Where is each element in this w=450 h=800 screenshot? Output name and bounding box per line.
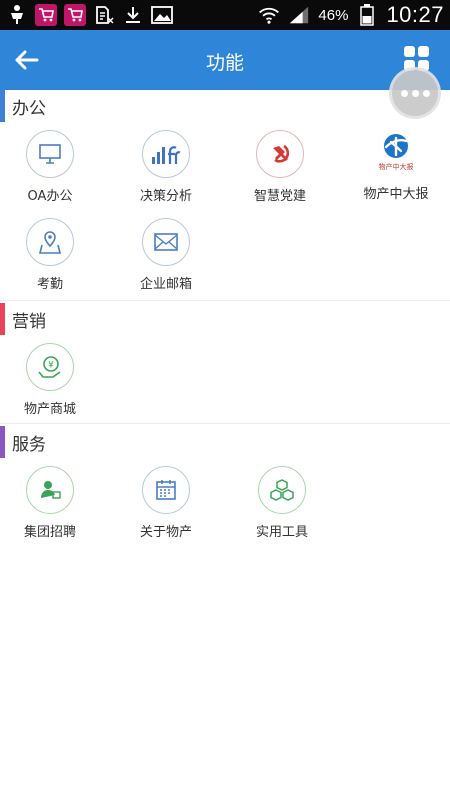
item-smart-party[interactable]: 智慧党建: [224, 130, 336, 214]
party-emblem-icon: [256, 130, 304, 178]
section-bar: [0, 426, 5, 458]
page-title: 功能: [205, 52, 244, 74]
usb-debug-icon: [6, 4, 28, 26]
cart-icon: [35, 4, 57, 26]
section-office: 办公 OA办公 决策分析 智慧党建 物产中大报 物产中大报 考勤 企业邮箱: [0, 90, 450, 292]
item-mall[interactable]: ¥ 物产商城: [0, 343, 106, 427]
item-oa[interactable]: OA办公: [0, 130, 106, 214]
image-icon: [151, 4, 173, 26]
signal-icon: [288, 4, 310, 26]
divider: [0, 300, 450, 301]
title-bar: 功能: [0, 30, 450, 90]
wifi-icon: [258, 4, 280, 26]
download-icon: [122, 4, 144, 26]
section-bar: [0, 90, 5, 122]
section-marketing: 营销 ¥ 物产商城: [0, 303, 450, 417]
item-decision-analysis[interactable]: 决策分析: [110, 130, 222, 214]
calendar-icon: [142, 466, 190, 514]
section-title: 办公: [12, 99, 46, 119]
section-bar: [0, 303, 5, 335]
item-recruitment[interactable]: 集团招聘: [0, 466, 106, 550]
item-enterprise-mail[interactable]: 企业邮箱: [110, 218, 222, 302]
sim-icon: [93, 4, 115, 26]
item-newspaper[interactable]: 物产中大报 物产中大报: [340, 130, 450, 214]
location-map-icon: [26, 218, 74, 266]
grid-menu-button[interactable]: [404, 46, 430, 72]
item-tools[interactable]: 实用工具: [226, 466, 338, 550]
battery-percent: 46%: [318, 6, 349, 24]
cubes-icon: [258, 466, 306, 514]
item-about[interactable]: 关于物产: [110, 466, 222, 550]
bar-chart-icon: [142, 130, 190, 178]
divider: [0, 423, 450, 424]
status-bar: 46% 10:27: [0, 0, 450, 30]
item-attendance[interactable]: 考勤: [0, 218, 106, 302]
cart-icon: [64, 4, 86, 26]
clock-time: 10:27: [386, 2, 444, 27]
yuan-coin-hand-icon: ¥: [26, 343, 74, 391]
section-title: 服务: [12, 435, 46, 455]
grid-icon: [404, 46, 415, 57]
svg-text:¥: ¥: [48, 361, 54, 371]
battery-icon: [356, 4, 378, 26]
section-title: 营销: [12, 312, 46, 332]
mail-icon: [142, 218, 190, 266]
recruit-person-icon: [26, 466, 74, 514]
newspaper-logo-icon: 物产中大报: [366, 132, 426, 176]
monitor-icon: [26, 130, 74, 178]
section-service: 服务 集团招聘 关于物产 实用工具: [0, 426, 450, 540]
